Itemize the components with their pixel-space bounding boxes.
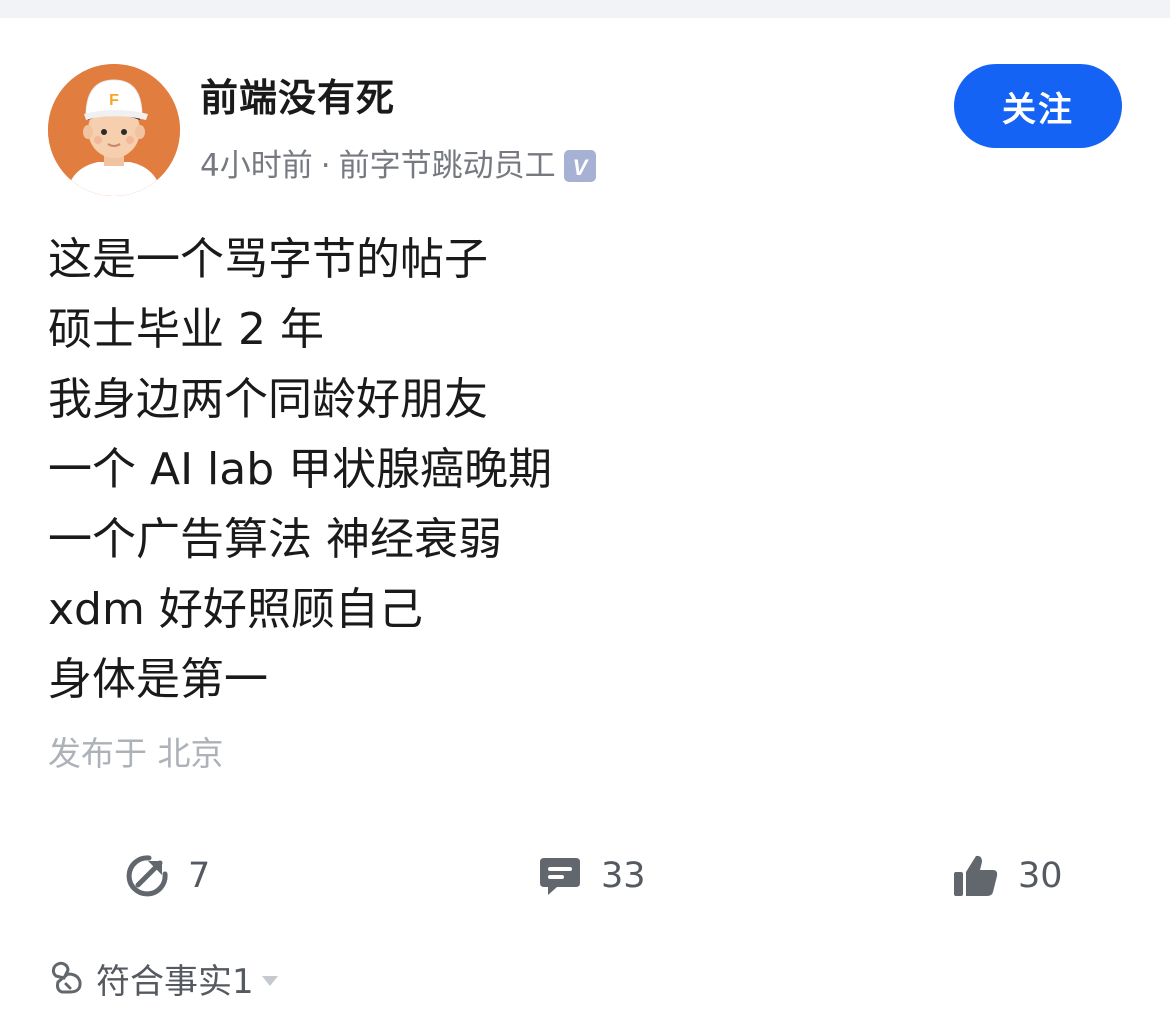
fact-check[interactable]: 符合事实1: [48, 954, 280, 1002]
share-count: 7: [188, 856, 211, 896]
fact-check-count: 1: [232, 961, 254, 1002]
content-line: 我身边两个同龄好朋友: [48, 374, 488, 425]
fact-check-icon: [51, 961, 82, 994]
content-line: 身体是第一: [48, 654, 268, 705]
post-time: 4小时前: [200, 148, 313, 184]
share-icon: [126, 855, 168, 897]
content-line: xdm 好好照顾自己: [48, 584, 423, 635]
author-title: 前字节跳动员工: [338, 148, 556, 184]
comment-count: 33: [601, 856, 646, 896]
post-page: F 前端没有死 4小时前 · 前字节跳动员工 V 关注 这是一个骂字节的帖子 硕…: [0, 0, 1170, 1023]
action-bar: 7 33 30: [0, 848, 1170, 904]
post-meta: 4小时前 · 前字节跳动员工 V: [200, 145, 596, 187]
content-line: 这是一个骂字节的帖子: [48, 234, 488, 285]
content-line: 一个 AI lab 甲状腺癌晚期: [48, 444, 553, 495]
verified-badge-letter: V: [572, 155, 589, 180]
share-button[interactable]: 7: [124, 848, 210, 904]
comment-icon: [540, 858, 580, 895]
thumbs-up-icon: [954, 855, 998, 896]
top-separator: [0, 0, 1170, 18]
avatar-cap-letter: F: [109, 92, 119, 109]
post-location: 发布于 北京: [48, 734, 224, 773]
avatar[interactable]: F: [48, 64, 180, 196]
comment-button[interactable]: 33: [537, 848, 646, 904]
verified-badge-icon: V: [563, 150, 596, 182]
author-name[interactable]: 前端没有死: [200, 74, 395, 122]
like-count: 30: [1018, 856, 1063, 896]
meta-separator: ·: [320, 148, 331, 184]
follow-button[interactable]: 关注: [954, 64, 1122, 148]
avatar-illustration: F: [48, 64, 180, 196]
fact-check-label: 符合事实1: [96, 961, 254, 1002]
like-button[interactable]: 30: [952, 848, 1063, 904]
content-line: 硕士毕业 2 年: [48, 304, 324, 355]
post-content: 这是一个骂字节的帖子 硕士毕业 2 年 我身边两个同龄好朋友 一个 AI lab…: [48, 225, 1118, 715]
chevron-down-icon: [261, 976, 278, 986]
content-line: 一个广告算法 神经衰弱: [48, 514, 502, 565]
